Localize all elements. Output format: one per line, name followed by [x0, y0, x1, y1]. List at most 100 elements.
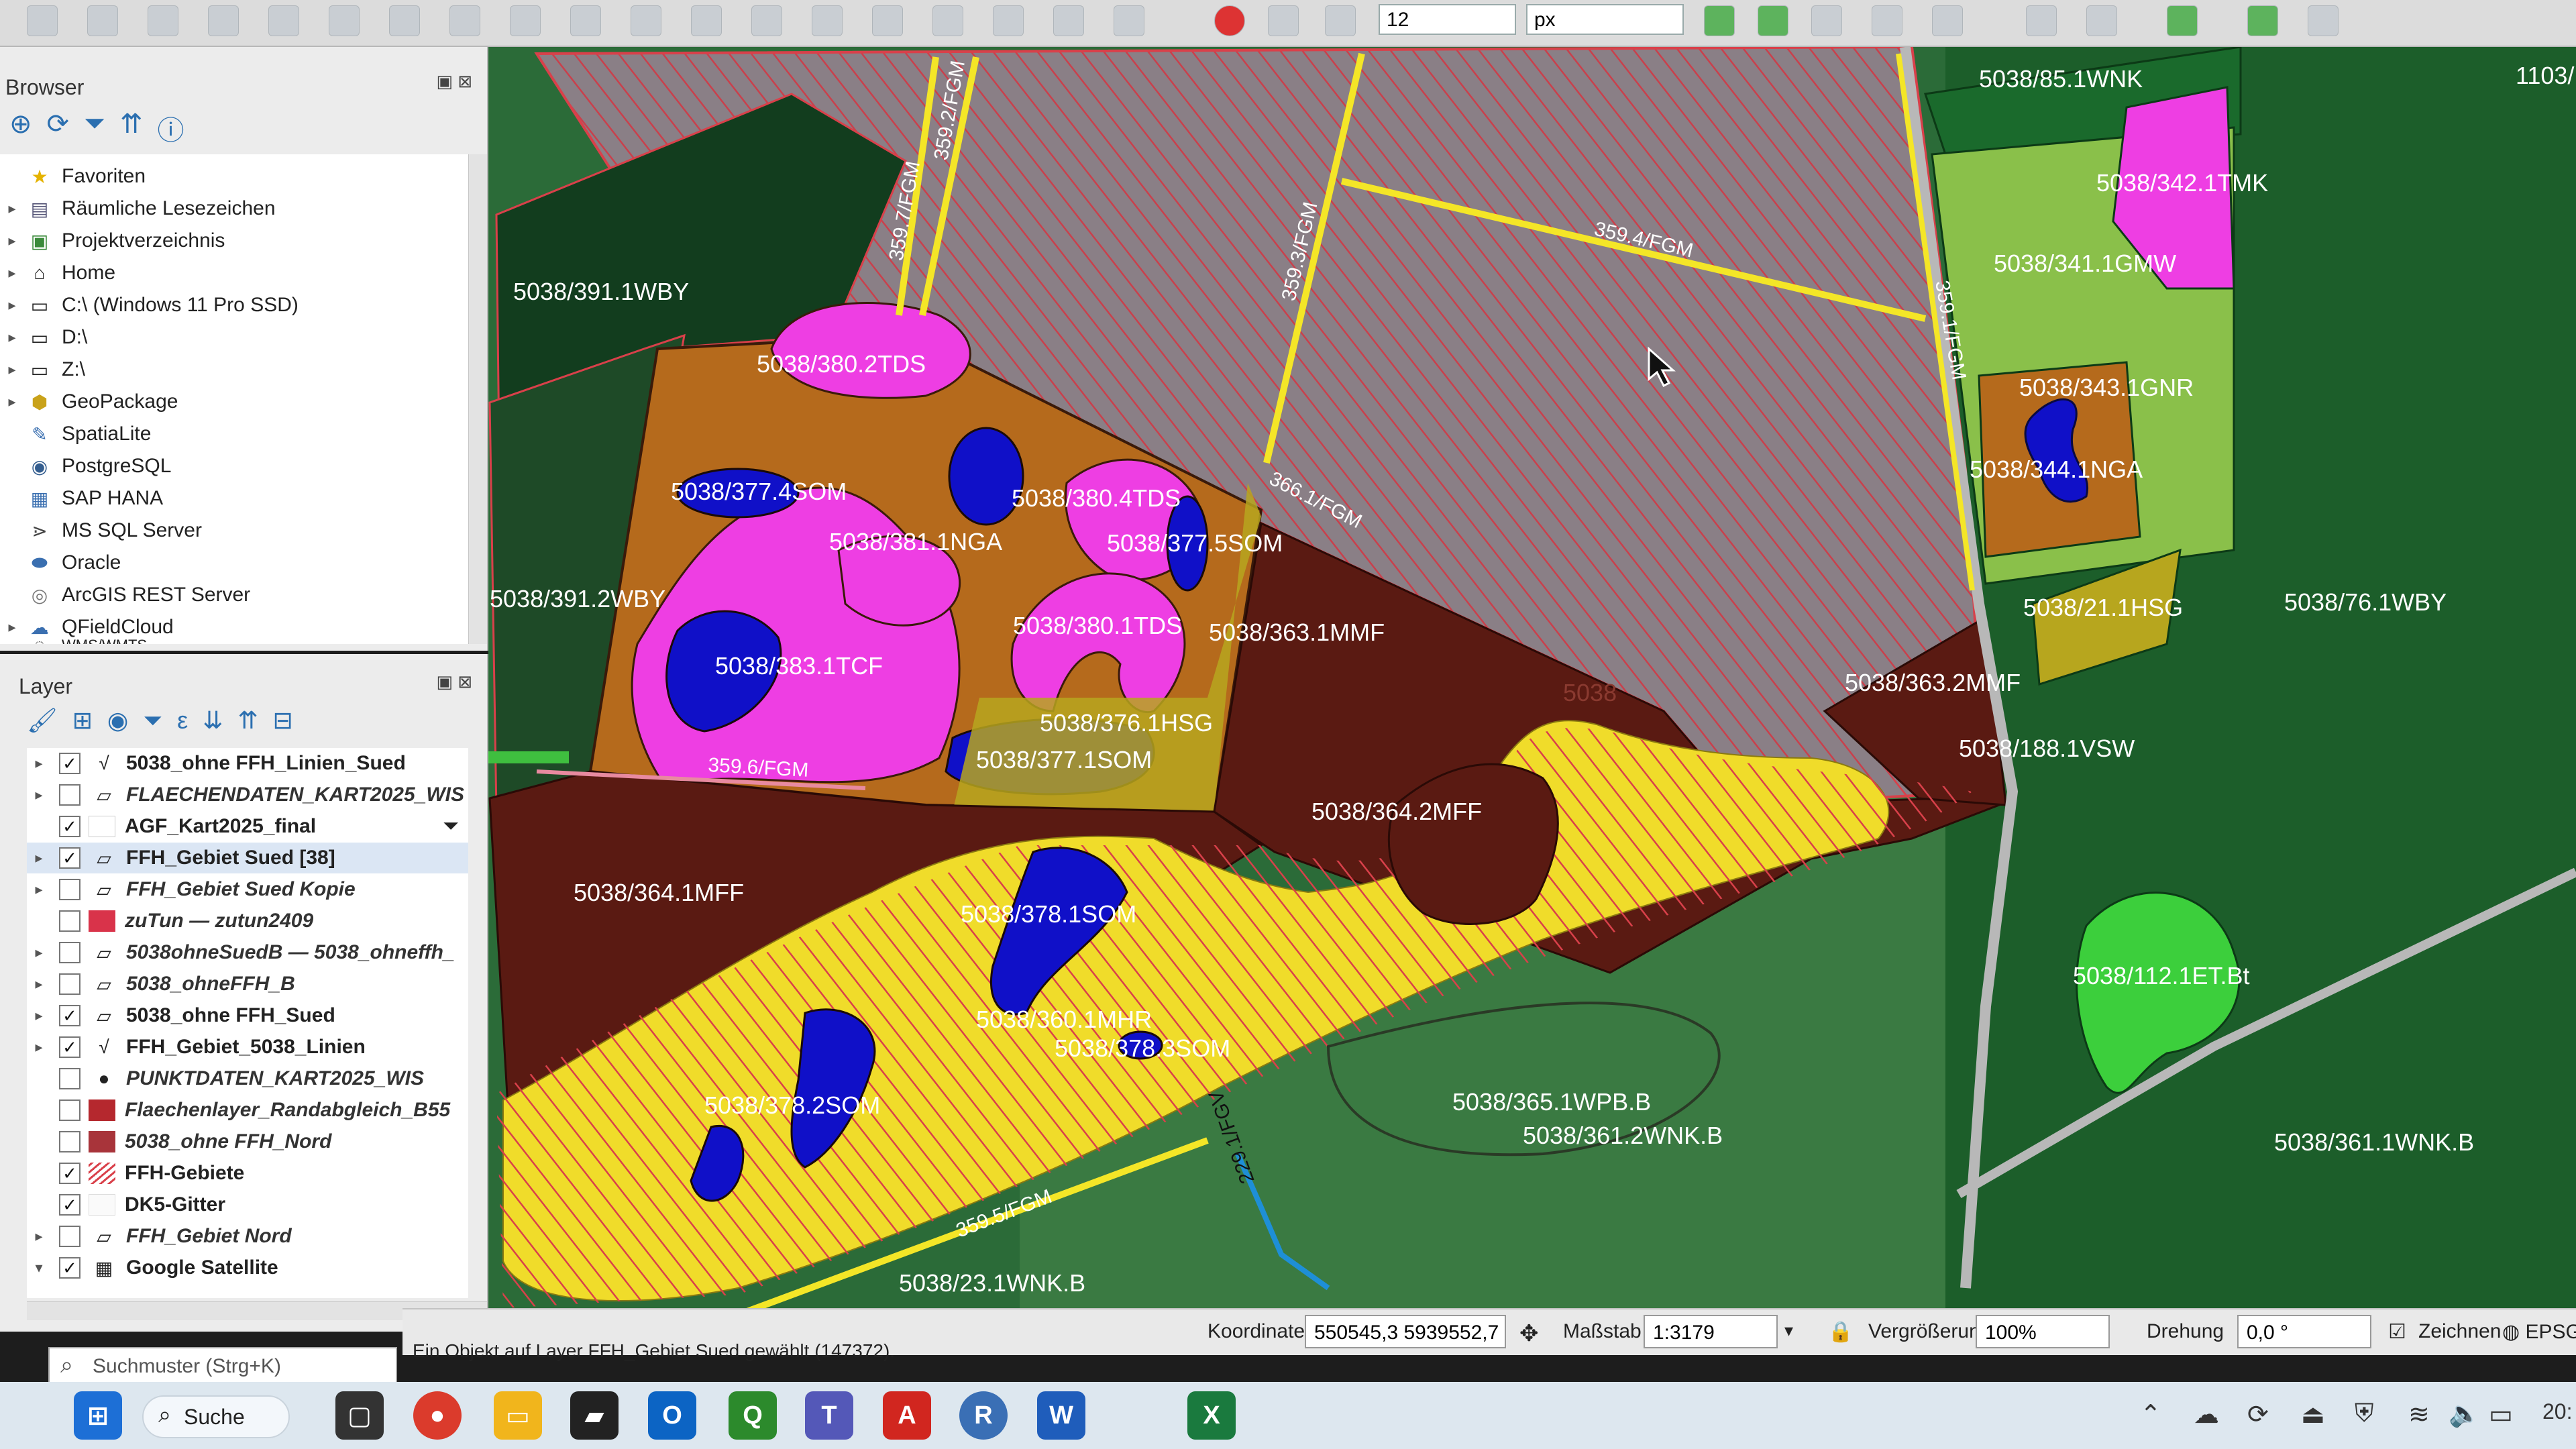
digitize-icon[interactable] — [1704, 5, 1735, 36]
layer-checkbox[interactable]: ✓ — [59, 847, 80, 869]
layer-checkbox[interactable] — [59, 973, 80, 995]
trace-icon[interactable] — [1758, 5, 1788, 36]
locator-search-input[interactable]: ⌕ Suchmuster (Strg+K) — [48, 1347, 397, 1386]
layer-checkbox[interactable] — [59, 784, 80, 806]
browser-item-spatialite[interactable]: ✎ SpatiaLite — [0, 419, 468, 449]
taskbar-search[interactable]: ⌕ Suche — [142, 1395, 290, 1438]
r-icon[interactable]: R — [959, 1391, 1008, 1440]
layer-checkbox[interactable]: ✓ — [59, 1163, 80, 1184]
move-feature-icon[interactable] — [208, 5, 239, 36]
add-group-icon[interactable]: ⊞ — [72, 706, 93, 735]
browser-item-d-drive[interactable]: ▸ ▭ D:\ — [0, 322, 468, 353]
offset-curve-icon[interactable] — [691, 5, 722, 36]
browser-item-mssql[interactable]: ⋗ MS SQL Server — [0, 515, 468, 546]
layer-item[interactable]: zuTun — zutun2409 — [27, 906, 468, 936]
layer-item[interactable]: 5038_ohne FFH_Nord — [27, 1126, 468, 1157]
qgis-icon[interactable]: Q — [729, 1391, 777, 1440]
chevron-down-icon[interactable]: ▾ — [1784, 1320, 1793, 1341]
browser-item-favoriten[interactable]: ★ Favoriten — [0, 161, 468, 192]
lock-icon[interactable]: 🔒 — [1828, 1320, 1853, 1344]
rotate-point-icon[interactable] — [1114, 5, 1144, 36]
layer-item[interactable]: ▸ ▱ FFH_Gebiet Sued Kopie — [27, 874, 468, 905]
filter-icon[interactable]: ⏷ — [443, 815, 459, 838]
teams-icon[interactable]: T — [805, 1391, 853, 1440]
layer-checkbox[interactable] — [59, 1226, 80, 1247]
visibility-icon[interactable]: ◉ — [107, 706, 128, 735]
layer-checkbox[interactable] — [59, 1099, 80, 1121]
layer-checkbox[interactable]: ✓ — [59, 1036, 80, 1058]
add-part-icon[interactable] — [449, 5, 480, 36]
toggle-editing-icon[interactable] — [27, 5, 58, 36]
toggle-extents-icon[interactable]: ✥ — [1519, 1320, 1539, 1347]
delete-ring-icon[interactable] — [570, 5, 601, 36]
layer-checkbox[interactable]: ✓ — [59, 1257, 80, 1279]
onedrive-icon[interactable]: ☁ — [2194, 1399, 2219, 1430]
wifi-icon[interactable]: ≋ — [2408, 1399, 2430, 1430]
magnet-icon[interactable] — [1214, 5, 1245, 36]
layer-checkbox[interactable]: ✓ — [59, 1005, 80, 1026]
qfield-sync-icon[interactable] — [2247, 5, 2278, 36]
layer-item[interactable]: ● PUNKTDATEN_KART2025_WIS — [27, 1063, 468, 1094]
browser-item-geopackage[interactable]: ▸ ⬢ GeoPackage — [0, 386, 468, 417]
sync-icon[interactable]: ⟳ — [2247, 1399, 2269, 1430]
layer-item[interactable]: ▸ ▱ FLAECHENDATEN_KART2025_WIS — [27, 780, 468, 810]
browser-item-home[interactable]: ▸ ⌂ Home — [0, 258, 468, 288]
windows-start-icon[interactable]: ⊞ — [74, 1391, 122, 1440]
browser-item-c-drive[interactable]: ▸ ▭ C:\ (Windows 11 Pro SSD) — [0, 290, 468, 321]
layer-checkbox[interactable] — [59, 1131, 80, 1152]
browser-item-postgresql[interactable]: ◉ PostgreSQL — [0, 451, 468, 482]
align-icon[interactable] — [1053, 5, 1084, 36]
layers-dock-buttons[interactable]: ▣ ⊠ — [436, 672, 472, 692]
layer-item[interactable]: ✓ AGF_Kart2025_final ⏷ — [27, 811, 468, 842]
browser-item-project[interactable]: ▸ ▣ Projektverzeichnis — [0, 225, 468, 256]
layer-checkbox[interactable]: ✓ — [59, 1194, 80, 1216]
browser-item-arcgis[interactable]: ◎ ArcGIS REST Server — [0, 580, 468, 610]
browser-dock-buttons[interactable]: ▣ ⊠ — [436, 71, 472, 92]
layer-item[interactable]: ▸ ✓ ▱ 5038_ohne FFH_Sued — [27, 1000, 468, 1031]
battery-icon[interactable]: ▭ — [2489, 1399, 2513, 1430]
reshape-icon[interactable] — [631, 5, 661, 36]
layer-item[interactable]: ▸ ▱ 5038ohneSuedB — 5038_ohneffh_ — [27, 937, 468, 968]
python-icon[interactable] — [2308, 5, 2339, 36]
usb-icon[interactable]: ⏏ — [2301, 1399, 2325, 1430]
word-icon[interactable]: W — [1037, 1391, 1085, 1440]
render-checkbox[interactable]: ☑ — [2388, 1320, 2406, 1344]
split-features-icon[interactable] — [812, 5, 843, 36]
filter-expression-icon[interactable]: ε — [177, 706, 188, 735]
layer-checkbox[interactable] — [59, 910, 80, 932]
avoid-overlap-icon[interactable] — [1872, 5, 1902, 36]
layer-item-selected[interactable]: ▸ ✓ ▱ FFH_Gebiet Sued [38] — [27, 843, 468, 873]
filter-legend-icon[interactable]: ⏷ — [143, 706, 162, 735]
snap-unit-select[interactable]: px — [1526, 4, 1684, 35]
browser-scrollbar[interactable] — [468, 154, 487, 644]
security-icon[interactable]: ⛨ — [2355, 1399, 2374, 1428]
layer-item[interactable]: ▾ ✓ ▦ Google Satellite — [27, 1252, 468, 1283]
layer-item[interactable]: ▸ ▱ FFH_Gebiet Nord — [27, 1221, 468, 1252]
self-snap-icon[interactable] — [1932, 5, 1963, 36]
layer-checkbox[interactable] — [59, 1068, 80, 1089]
chrome-icon[interactable]: ● — [413, 1391, 462, 1440]
rotate-feature-icon[interactable] — [268, 5, 299, 36]
info-icon[interactable]: ⓘ — [158, 109, 184, 148]
layer-item[interactable]: ✓ DK5-Gitter — [27, 1189, 468, 1220]
remove-layer-icon[interactable]: ⊟ — [273, 706, 293, 735]
crs-button[interactable]: ◍ EPSG:258 — [2502, 1320, 2576, 1344]
plugin-icon[interactable] — [2026, 5, 2057, 36]
style-icon[interactable]: 🖌 — [27, 706, 58, 735]
excel-icon[interactable]: X — [1187, 1391, 1236, 1440]
browser-item-z-drive[interactable]: ▸ ▭ Z:\ — [0, 354, 468, 385]
layer-checkbox[interactable]: ✓ — [59, 753, 80, 774]
refresh-icon[interactable]: ⟳ — [47, 109, 70, 148]
layer-checkbox[interactable] — [59, 879, 80, 900]
map-svg[interactable]: 5038/85.1WNK 5038/342.1TMK 5038/341.1GMW… — [488, 47, 2576, 1308]
add-feature-icon[interactable] — [87, 5, 118, 36]
clock[interactable]: 20: — [2542, 1399, 2572, 1424]
expand-all-icon[interactable]: ⇊ — [203, 706, 223, 735]
add-ring-icon[interactable] — [389, 5, 420, 36]
layer-item[interactable]: ✓ FFH-Gebiete — [27, 1158, 468, 1189]
acrobat-icon[interactable]: A — [883, 1391, 931, 1440]
layer-checkbox[interactable]: ✓ — [59, 816, 80, 837]
browser-item-wms[interactable]: ◌WMS/WMTS — [0, 639, 468, 644]
simplify-icon[interactable] — [329, 5, 360, 36]
outlook-icon[interactable]: O — [648, 1391, 696, 1440]
